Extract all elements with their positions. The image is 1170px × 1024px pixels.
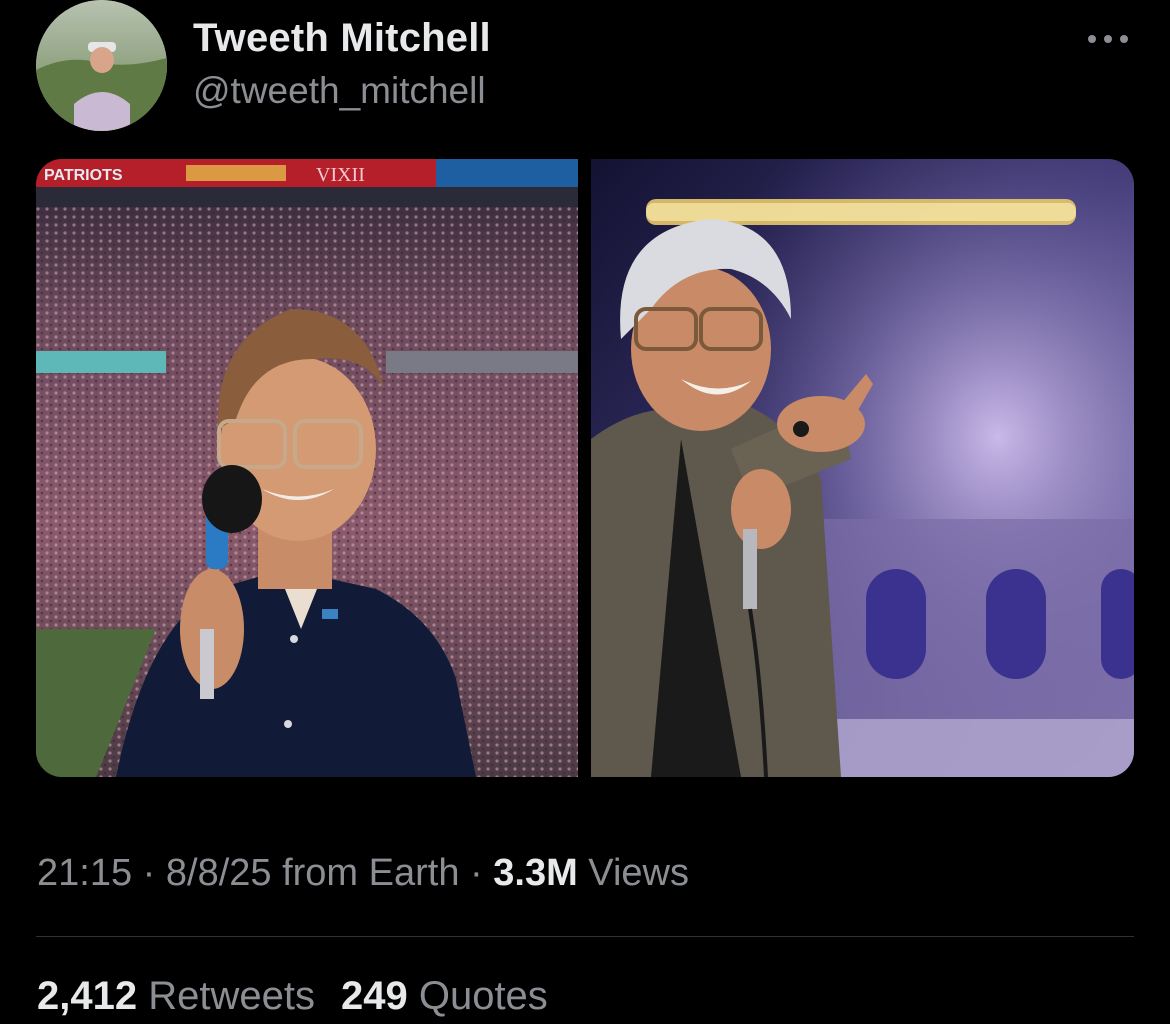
views-label: Views — [577, 852, 689, 894]
media-grid: PATRIOTS VIXII — [36, 159, 1134, 777]
tweet: Tweeth Mitchell @tweeth_mitchell PATRIOT… — [0, 0, 1170, 1024]
retweets-label: Retweets — [137, 974, 315, 1018]
retweets-stat[interactable]: 2,412 Retweets — [37, 974, 315, 1018]
meta-separator-1: · — [132, 852, 166, 894]
retweets-count: 2,412 — [37, 974, 138, 1018]
tweet-meta: 21:15 · 8/8/25 from Earth · 3.3M Views — [37, 852, 689, 895]
author-name[interactable]: Tweeth Mitchell — [193, 16, 491, 61]
meta-separator-2: · — [459, 852, 494, 894]
photo-stadium-speaker[interactable]: PATRIOTS VIXII — [36, 159, 578, 777]
author-handle[interactable]: @tweeth_mitchell — [193, 70, 486, 112]
tweet-source: from Earth — [271, 852, 460, 894]
quotes-stat[interactable]: 249 Quotes — [341, 974, 548, 1018]
views-count: 3.3M — [493, 852, 578, 894]
tweet-date[interactable]: 8/8/25 — [166, 852, 272, 894]
avatar[interactable] — [36, 0, 167, 131]
quotes-count: 249 — [340, 974, 408, 1018]
tweet-time[interactable]: 21:15 — [37, 852, 132, 894]
quotes-label: Quotes — [407, 974, 548, 1018]
more-horizontal-icon — [1088, 35, 1128, 43]
tweet-stats: 2,412 Retweets 249 Quotes — [37, 974, 548, 1019]
banner-text: VIXII — [316, 164, 365, 186]
divider — [36, 936, 1134, 937]
scoreboard-text: PATRIOTS — [44, 167, 123, 184]
photo-stage-performer[interactable] — [591, 159, 1134, 777]
more-button[interactable] — [1084, 24, 1132, 54]
